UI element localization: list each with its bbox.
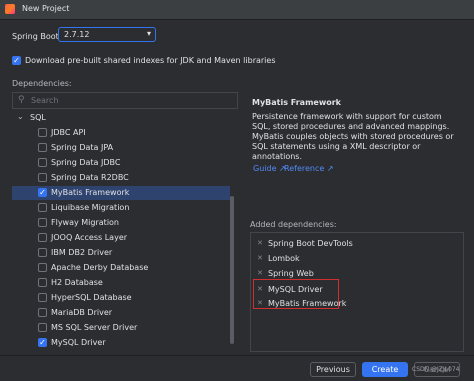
window-title: New Project [22,4,70,13]
create-button[interactable]: Create [362,362,408,377]
dependency-label: JDBC API [51,128,86,137]
dependency-item[interactable]: MS SQL Server Driver [12,321,230,335]
added-dependency-label: Spring Boot DevTools [268,239,353,248]
guide-link-label: Guide [253,164,277,173]
dependency-tree-scrollbar[interactable] [230,196,234,344]
dependency-item[interactable]: HyperSQL Database [12,291,230,305]
remove-icon[interactable]: ✕ [257,239,263,247]
footer-divider [0,355,474,356]
dependency-checkbox[interactable] [38,263,47,272]
remove-icon[interactable]: ✕ [257,254,263,262]
tree-group-label: SQL [30,113,46,122]
chevron-down-icon: ▾ [146,29,151,38]
dependency-item[interactable]: MariaDB Driver [12,306,230,320]
search-icon: ⚲ [18,95,25,105]
dependency-item[interactable]: Spring Data R2DBC [12,171,230,185]
dependency-item[interactable]: Spring Data JDBC [12,156,230,170]
external-link-icon: ↗ [326,164,334,173]
download-indexes-checkbox[interactable]: ✓ [12,56,21,65]
dependency-checkbox[interactable] [38,233,47,242]
spring-boot-label: Spring Boot: [12,32,62,41]
reference-link[interactable]: Reference ↗ [284,164,334,173]
previous-button[interactable]: Previous [310,362,356,377]
guide-link[interactable]: Guide ↗ [253,164,286,173]
chevron-down-icon[interactable]: ⌄ [17,112,24,121]
spring-boot-version-select[interactable]: 2.7.12 ▾ [58,27,156,42]
added-dependency-label: Spring Web [268,269,314,278]
search-placeholder: Search [31,96,59,105]
dependency-item[interactable]: Apache Derby Database [12,261,230,275]
dependency-label: H2 Database [51,278,103,287]
dependency-label: Spring Data JDBC [51,158,121,167]
dependency-checkbox[interactable]: ✓ [38,338,47,347]
dependency-item[interactable]: Flyway Migration [12,216,230,230]
dependency-checkbox[interactable] [38,158,47,167]
dependency-label: Liquibase Migration [51,203,130,212]
dependency-checkbox[interactable] [38,128,47,137]
dependency-item[interactable]: JDBC API [12,126,230,140]
dependency-detail-description: Persistence framework with support for c… [252,112,454,161]
added-dependencies-heading: Added dependencies: [250,220,337,229]
dependency-label: HyperSQL Database [51,293,132,302]
dependency-tree: ⌄ SQL JDBC API Spring Data JPA Spring Da… [12,110,238,348]
spring-boot-version-value: 2.7.12 [64,30,90,39]
dependency-checkbox[interactable] [38,308,47,317]
dependency-checkbox[interactable] [38,248,47,257]
watermark-text: CSDN @JZJL074 [412,366,460,373]
dependency-label: JOOQ Access Layer [51,233,128,242]
remove-icon[interactable]: ✕ [257,269,263,277]
dependency-label: Apache Derby Database [51,263,149,272]
dependency-label: MyBatis Framework [51,188,130,197]
title-bar: New Project [0,0,474,20]
dependency-label: Spring Data JPA [51,143,114,152]
dependency-checkbox[interactable]: ✓ [38,188,47,197]
dependency-item[interactable]: JOOQ Access Layer [12,231,230,245]
added-dependency-label: Lombok [268,254,300,263]
dependency-label: MySQL Driver [51,338,106,347]
reference-link-label: Reference [284,164,325,173]
dependency-checkbox[interactable] [38,293,47,302]
dependency-checkbox[interactable] [38,173,47,182]
dependency-checkbox[interactable] [38,143,47,152]
dependency-item-selected[interactable]: ✓ MyBatis Framework [12,186,230,200]
dependency-search-input[interactable]: ⚲ Search [12,92,238,109]
tree-group-sql[interactable]: ⌄ SQL [12,111,230,125]
dependency-item[interactable]: Spring Data JPA [12,141,230,155]
dependency-detail-title: MyBatis Framework [252,98,341,107]
highlight-annotation-box [253,279,339,309]
dependency-checkbox[interactable] [38,203,47,212]
dependency-item[interactable]: IBM DB2 Driver [12,246,230,260]
download-indexes-label: Download pre-built shared indexes for JD… [25,56,276,65]
dependency-label: Flyway Migration [51,218,119,227]
dependency-checkbox[interactable] [38,323,47,332]
dependency-checkbox[interactable] [38,218,47,227]
dependency-checkbox[interactable] [38,278,47,287]
dependency-label: Spring Data R2DBC [51,173,129,182]
dependency-label: MS SQL Server Driver [51,323,138,332]
dependency-item[interactable]: H2 Database [12,276,230,290]
dependency-label: IBM DB2 Driver [51,248,113,257]
dependency-item[interactable]: ✓ MySQL Driver [12,336,230,348]
dependencies-heading: Dependencies: [12,79,72,88]
dependency-label: MariaDB Driver [51,308,113,317]
intellij-logo-icon [5,4,15,14]
dependency-item[interactable]: Liquibase Migration [12,201,230,215]
